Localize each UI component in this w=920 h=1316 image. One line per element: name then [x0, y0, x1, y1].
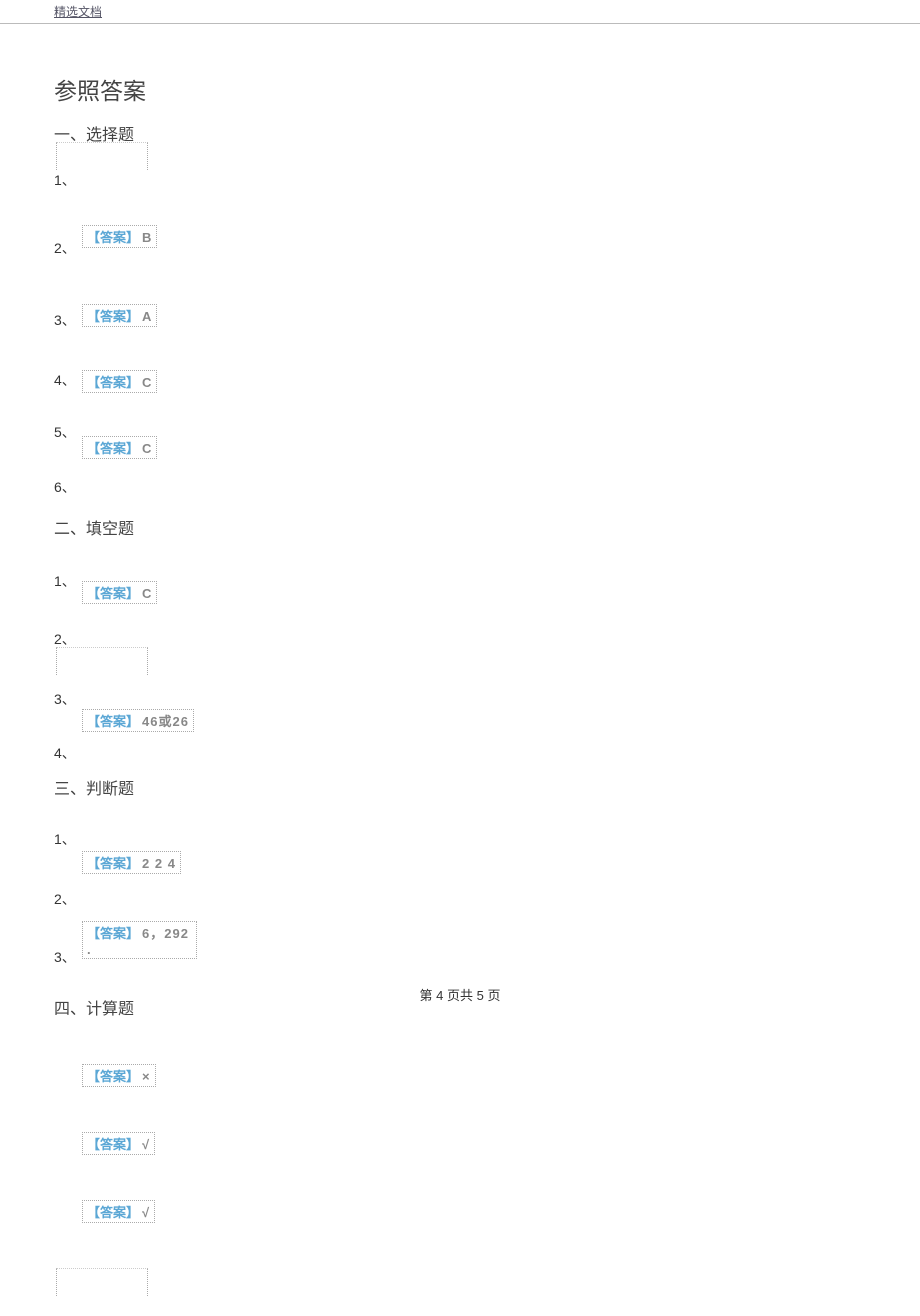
item-number: 6、 [54, 477, 76, 497]
answer-label: 【答案】 [87, 1137, 139, 1152]
answer-value: C [142, 375, 152, 390]
answer-box: 【答案】A [82, 304, 157, 327]
answer-label: 【答案】 [87, 375, 139, 390]
answer-box: 【答案】√ [82, 1200, 155, 1223]
item-number: 2、 [54, 629, 76, 649]
answer-box: 【答案】2 2 4 [82, 851, 181, 874]
answer-box: 【答案】C [82, 581, 157, 604]
calc-answer-1: 【答案】× [54, 1064, 920, 1087]
choice-item-1: 1、 [54, 170, 920, 190]
answer-value: √ [142, 1137, 150, 1152]
answer-box: 【答案】C [82, 436, 157, 459]
section-header-choice: 一、选择题 [54, 121, 920, 145]
answer-value: √ [142, 1205, 150, 1220]
answer-value: C [142, 441, 152, 456]
footer-text: 第 4 页共 5 页 [420, 988, 501, 1003]
item-number: 4、 [54, 743, 76, 763]
choice-item-2: 2、 【答案】B [54, 238, 920, 258]
page-header: 精选文档 [0, 0, 920, 24]
fill-item-2: 2、 [54, 629, 920, 649]
content-area: 参照答案 一、选择题 1、 2、 【答案】B 3、 【答案】A 4、 【答案】C… [0, 24, 920, 1296]
item-number: 3、 [54, 310, 76, 330]
answer-label: 【答案】 [87, 309, 139, 324]
answer-placeholder [56, 1268, 148, 1296]
answer-box: 【答案】C [82, 370, 157, 393]
item-number: 4、 [54, 370, 76, 390]
page-title: 参照答案 [54, 72, 920, 106]
answer-label: 【答案】 [87, 586, 139, 601]
judge-item-1: 1、 【答案】2 2 4 [54, 829, 920, 849]
choice-item-5: 5、 【答案】C [54, 422, 920, 442]
choice-item-3: 3、 【答案】A [54, 310, 920, 330]
item-number: 5、 [54, 422, 76, 442]
item-number: 1、 [54, 571, 76, 591]
calc-answer-2: 【答案】√ [54, 1132, 920, 1155]
item-number: 3、 [54, 947, 76, 967]
answer-box: 【答案】√ [82, 1132, 155, 1155]
answer-label: 【答案】 [87, 714, 139, 729]
answer-label: 【答案】 [87, 230, 139, 245]
answer-label: 【答案】 [87, 926, 139, 941]
answer-value: C [142, 586, 152, 601]
answer-value: 2 2 4 [142, 856, 176, 871]
answer-placeholder [56, 142, 148, 170]
answer-label: 【答案】 [87, 441, 139, 456]
choice-item-6: 6、 [54, 477, 920, 497]
header-link[interactable]: 精选文档 [54, 5, 102, 19]
fill-item-4: 4、 [54, 743, 920, 763]
item-number: 3、 [54, 689, 76, 709]
answer-label: 【答案】 [87, 856, 139, 871]
answer-label: 【答案】 [87, 1205, 139, 1220]
page-footer: 第 4 页共 5 页 [0, 985, 920, 1004]
fill-item-1: 1、 【答案】C [54, 571, 920, 591]
answer-value: A [142, 309, 152, 324]
item-number: 1、 [54, 170, 76, 190]
answer-value: 46或26 [142, 714, 189, 729]
judge-item-2: 2、 【答案】6，292 . [54, 889, 920, 909]
item-number: 2、 [54, 238, 76, 258]
answer-value: B [142, 230, 152, 245]
answer-box: 【答案】× [82, 1064, 156, 1087]
calc-placeholder [54, 1268, 920, 1296]
fill-item-3: 3、 【答案】46或26 [54, 689, 920, 709]
answer-box: 【答案】46或26 [82, 709, 194, 732]
calc-answer-3: 【答案】√ [54, 1200, 920, 1223]
section-header-fill: 二、填空题 [54, 515, 920, 539]
choice-item-4: 4、 【答案】C [54, 370, 920, 390]
answer-label: 【答案】 [87, 1069, 139, 1084]
item-number: 1、 [54, 829, 76, 849]
item-number: 2、 [54, 889, 76, 909]
answer-box: 【答案】B [82, 225, 157, 248]
answer-value: × [142, 1069, 151, 1084]
judge-item-3: 3、 [54, 947, 920, 967]
section-header-judge: 三、判断题 [54, 775, 920, 799]
answer-placeholder [56, 647, 148, 675]
